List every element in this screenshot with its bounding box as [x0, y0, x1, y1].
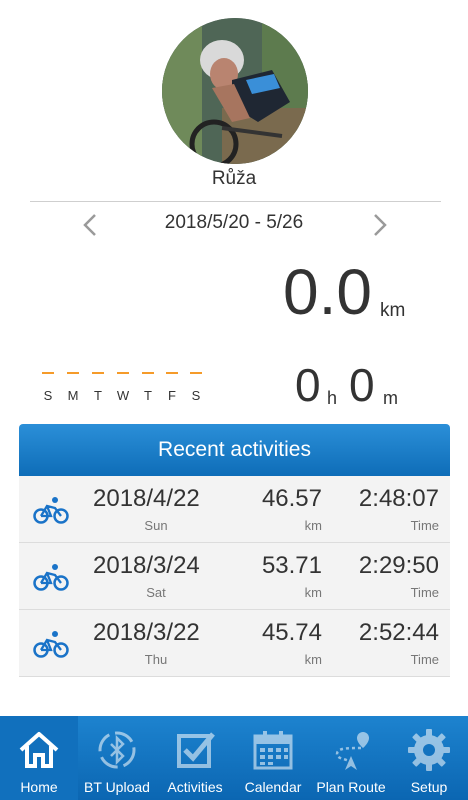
tab-plan-route[interactable]: Plan Route: [312, 716, 390, 800]
profile-divider: [30, 201, 441, 202]
weekday-indicator: [117, 372, 129, 374]
weekday-friday: F: [164, 366, 180, 403]
tab-home-label: Home: [20, 779, 58, 795]
bicycle-icon: [33, 497, 69, 524]
tab-activities-label: Activities: [167, 779, 223, 795]
home-icon: [19, 732, 59, 768]
recent-activities-list: 2018/4/22 Sun 46.57 km 2:48:07 Time 2018…: [19, 476, 450, 677]
weekly-minutes-value: 0: [349, 359, 375, 411]
weekday-wednesday: W: [115, 366, 131, 403]
activity-duration: 2:29:50: [358, 552, 439, 579]
activity-date: 2018/4/22: [93, 485, 200, 512]
tab-activities[interactable]: Activities: [156, 716, 234, 800]
weekday-indicator: [67, 372, 79, 374]
weekday-thursday: T: [140, 366, 156, 403]
bottom-tab-bar: Home BT Upload Activities Calendar Plan …: [0, 716, 468, 800]
tab-plan-route-label: Plan Route: [316, 779, 386, 795]
weekday-activity-strip: S M T W T F S: [40, 366, 210, 406]
tab-bt-upload-label: BT Upload: [84, 779, 150, 795]
weekday-letter: S: [43, 388, 53, 403]
week-range-label: 2018/5/20 - 5/26: [164, 212, 304, 233]
weekday-indicator: [42, 372, 54, 374]
activity-weekday: Sun: [144, 518, 168, 533]
activity-row[interactable]: 2018/3/22 Thu 45.74 km 2:52:44 Time: [19, 610, 450, 677]
user-avatar[interactable]: [162, 18, 308, 164]
weekday-letter: M: [67, 388, 79, 403]
activity-date: 2018/3/22: [93, 619, 200, 646]
user-name: Růža: [211, 168, 257, 189]
route-icon: [335, 732, 369, 770]
weekly-time: 0 h 0 m: [295, 362, 435, 412]
checkbox-icon: [177, 732, 215, 768]
activity-weekday: Sat: [146, 585, 166, 600]
weekly-hours-value: 0: [295, 359, 321, 411]
weekday-indicator: [92, 372, 104, 374]
gear-icon: [408, 729, 450, 771]
week-navigator: 2018/5/20 - 5/26: [0, 210, 468, 240]
activity-duration: 2:52:44: [358, 619, 439, 646]
activity-weekday: Thu: [144, 652, 168, 667]
weekly-distance-value: 0.0: [283, 256, 372, 328]
weekday-indicator: [142, 372, 154, 374]
activity-date: 2018/3/24: [93, 552, 200, 579]
activity-duration-label: Time: [410, 652, 439, 667]
tab-bt-upload[interactable]: BT Upload: [78, 716, 156, 800]
weekday-monday: M: [65, 366, 81, 403]
activity-row[interactable]: 2018/4/22 Sun 46.57 km 2:48:07 Time: [19, 476, 450, 543]
tab-home[interactable]: Home: [0, 716, 78, 800]
activity-distance: 53.71: [261, 552, 322, 579]
bicycle-icon: [33, 631, 69, 658]
bicycle-icon: [33, 564, 69, 591]
activity-distance-unit: km: [304, 652, 322, 667]
activity-distance: 46.57: [261, 485, 322, 512]
weekday-indicator: [166, 372, 178, 374]
weekday-letter: T: [144, 388, 152, 403]
tab-setup-label: Setup: [410, 779, 448, 795]
next-week-button[interactable]: [370, 212, 390, 238]
weekly-hours-unit: h: [327, 388, 338, 408]
avatar-photo: [162, 18, 308, 164]
weekday-sunday: S: [40, 366, 56, 403]
weekday-indicator: [190, 372, 202, 374]
weekly-minutes-unit: m: [383, 388, 398, 408]
activity-distance: 45.74: [261, 619, 322, 646]
tab-calendar[interactable]: Calendar: [234, 716, 312, 800]
tab-setup[interactable]: Setup: [390, 716, 468, 800]
weekday-letter: S: [191, 388, 201, 403]
activity-duration: 2:48:07: [358, 485, 439, 512]
weekday-tuesday: T: [90, 366, 106, 403]
activity-distance-unit: km: [304, 518, 322, 533]
calendar-icon: [253, 731, 293, 770]
weekday-letter: F: [168, 388, 176, 403]
activity-duration-label: Time: [410, 518, 439, 533]
weekday-letter: W: [116, 388, 130, 403]
activity-row[interactable]: 2018/3/24 Sat 53.71 km 2:29:50 Time: [19, 543, 450, 610]
bluetooth-upload-icon: [98, 731, 136, 769]
weekly-distance-unit: km: [380, 300, 406, 321]
chevron-right-icon: [374, 214, 387, 236]
weekday-letter: T: [94, 388, 102, 403]
weekday-saturday: S: [188, 366, 204, 403]
tab-calendar-label: Calendar: [244, 779, 302, 795]
activity-distance-unit: km: [304, 585, 322, 600]
recent-activities-header: Recent activities: [19, 424, 450, 476]
activity-duration-label: Time: [410, 585, 439, 600]
